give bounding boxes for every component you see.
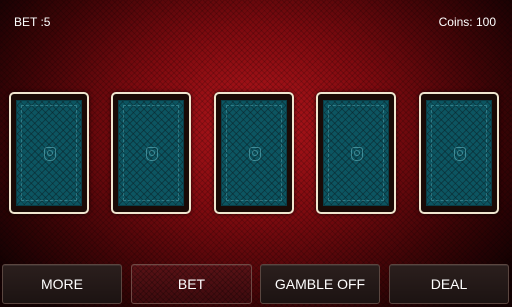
more-button[interactable]: MORE <box>2 264 122 304</box>
card-back <box>221 100 287 206</box>
card-emblem-icon <box>146 147 158 161</box>
bet-button[interactable]: BET <box>131 264 252 304</box>
card-3[interactable] <box>214 92 294 214</box>
deal-button[interactable]: DEAL <box>389 264 509 304</box>
card-emblem-icon <box>249 147 261 161</box>
card-1[interactable] <box>9 92 89 214</box>
card-emblem-icon <box>454 147 466 161</box>
card-back <box>426 100 492 206</box>
card-back <box>323 100 389 206</box>
card-emblem-icon <box>44 147 56 161</box>
card-back <box>16 100 82 206</box>
card-back <box>118 100 184 206</box>
card-2[interactable] <box>111 92 191 214</box>
card-emblem-icon <box>351 147 363 161</box>
coins-display: Coins: 100 <box>438 15 496 29</box>
card-5[interactable] <box>419 92 499 214</box>
card-4[interactable] <box>316 92 396 214</box>
bet-display: BET :5 <box>14 15 51 29</box>
gamble-toggle-button[interactable]: GAMBLE OFF <box>260 264 380 304</box>
